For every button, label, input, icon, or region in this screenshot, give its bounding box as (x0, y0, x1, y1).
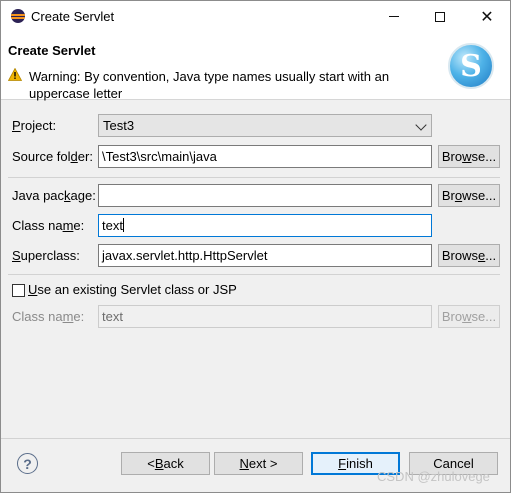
back-button[interactable]: < Back (121, 452, 210, 475)
separator (8, 177, 500, 178)
warning-message: Warning: By convention, Java type names … (29, 69, 390, 101)
watermark: CSDN @zhulovege (377, 469, 490, 484)
use-existing-label[interactable]: Use an existing Servlet class or JSP (28, 282, 237, 297)
minimize-button[interactable] (371, 1, 417, 32)
title-bar: Create Servlet ✕ (1, 1, 510, 32)
footer-separator (1, 438, 510, 439)
source-folder-input[interactable]: \Test3\src\main\java (98, 145, 432, 168)
project-value: Test3 (103, 118, 135, 133)
source-folder-browse-button[interactable]: Bro w se... (438, 145, 500, 168)
class-name-input[interactable]: text (98, 214, 432, 237)
chevron-down-icon (415, 119, 427, 131)
class-name-value: text (102, 218, 123, 233)
use-existing-checkbox[interactable] (12, 284, 25, 297)
minimize-icon (389, 16, 399, 17)
eclipse-icon (11, 9, 25, 23)
wizard-header: Create Servlet Warning: By convention, J… (1, 32, 510, 101)
window-title: Create Servlet (31, 9, 115, 24)
class-name-label: Class name: (12, 218, 85, 233)
separator (8, 274, 500, 275)
superclass-label: Superclass: (12, 248, 80, 263)
page-title: Create Servlet (8, 43, 96, 58)
java-package-browse-button[interactable]: Br o wse... (438, 184, 500, 207)
java-package-input[interactable] (98, 184, 432, 207)
source-folder-label: Source folder: (12, 149, 93, 164)
existing-class-browse-button[interactable]: Bro w se... (438, 305, 500, 328)
project-label: Project: (12, 118, 57, 133)
superclass-browse-button[interactable]: Brows e... (438, 244, 500, 267)
servlet-wizard-icon: S (448, 43, 494, 89)
maximize-button[interactable] (417, 1, 463, 32)
maximize-icon (435, 11, 445, 22)
project-combo[interactable]: Test3 (98, 114, 432, 137)
warning-icon (8, 68, 22, 81)
java-package-label: Java package: (12, 188, 96, 203)
close-icon: ✕ (480, 8, 494, 26)
help-icon[interactable]: ? (17, 453, 38, 474)
close-button[interactable]: ✕ (464, 1, 510, 32)
text-caret (122, 218, 124, 232)
superclass-input[interactable]: javax.servlet.http.HttpServlet (98, 244, 432, 267)
next-button[interactable]: Next > (214, 452, 303, 475)
existing-class-name-label: Class name: (12, 309, 85, 324)
existing-class-name-input[interactable]: text (98, 305, 432, 328)
create-servlet-dialog: Create Servlet ✕ Create Servlet Warning:… (0, 0, 511, 493)
